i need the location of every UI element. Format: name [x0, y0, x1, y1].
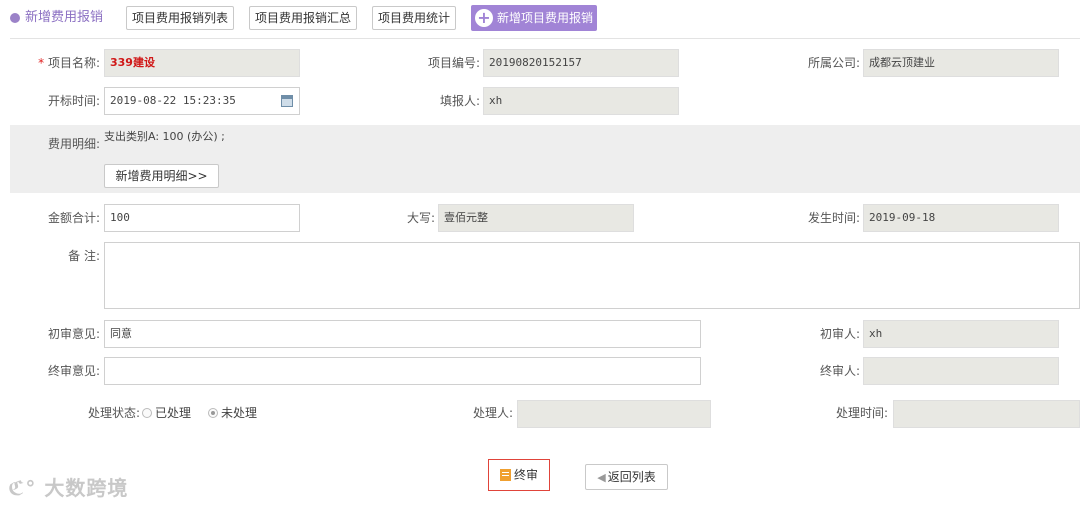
status-label: 处理状态: [87, 406, 140, 420]
bid-time-label: 开标时间: [47, 94, 100, 108]
back-to-list-label: 返回列表 [607, 470, 656, 484]
company-field: 成都云顶建业 [863, 49, 1059, 77]
project-name-field[interactable]: 339建设 [104, 49, 300, 77]
final-review-label: 终审 [513, 468, 538, 482]
back-arrow-icon: ◀ [597, 471, 606, 484]
handler-field [517, 400, 711, 428]
page-title: 新增费用报销 [25, 10, 104, 25]
watermark-logo: ℭ° 大数跨境 [8, 472, 128, 501]
remark-textarea[interactable] [104, 242, 1080, 309]
tab-expense-list[interactable]: 项目费用报销列表 [126, 6, 234, 30]
add-expense-detail-button[interactable]: 新增费用明细>> [104, 164, 219, 188]
final-review-button[interactable]: 终审 [488, 459, 550, 491]
bid-time-field[interactable]: 2019-08-22 15:23:35 [104, 87, 300, 115]
remark-label: 备 注: [68, 249, 100, 263]
project-name-label: * 项目名称: [0, 49, 100, 77]
final-reviewer-label: 终审人: [819, 364, 860, 378]
handler-label: 处理人: [472, 406, 513, 420]
occur-time-field: 2019-09-18 [863, 204, 1059, 232]
required-mark: * [38, 56, 45, 70]
watermark-text: 大数跨境 [44, 476, 129, 500]
title-bullet-icon [10, 13, 20, 23]
tab-expense-stats[interactable]: 项目费用统计 [372, 6, 456, 30]
radio-processed[interactable] [142, 408, 152, 418]
calendar-icon[interactable] [281, 95, 293, 107]
add-project-expense-label: 新增项目费用报销 [497, 11, 594, 25]
uppercase-label: 大写: [406, 211, 435, 225]
occur-time-label: 发生时间: [807, 211, 860, 225]
reporter-field: xh [483, 87, 679, 115]
first-reviewer-label: 初审人: [819, 327, 860, 341]
watermark-icon: ℭ° [8, 476, 37, 500]
reporter-label: 填报人: [439, 94, 480, 108]
header-divider [10, 38, 1080, 39]
status-option-unprocessed[interactable]: 未处理 [208, 399, 257, 427]
expense-detail-line: 支出类别A: 100 (办公) ; [104, 130, 225, 143]
first-opinion-field[interactable]: 同意 [104, 320, 701, 348]
project-no-field: 20190820152157 [483, 49, 679, 77]
final-opinion-field[interactable] [104, 357, 701, 385]
bid-time-value: 2019-08-22 15:23:35 [110, 94, 236, 107]
status-option-unprocessed-label: 未处理 [221, 406, 258, 420]
project-no-label: 项目编号: [427, 56, 480, 70]
first-opinion-label: 初审意见: [47, 327, 100, 341]
tab-expense-summary[interactable]: 项目费用报销汇总 [249, 6, 357, 30]
back-to-list-button[interactable]: ◀ 返回列表 [585, 464, 668, 490]
radio-unprocessed[interactable] [208, 408, 218, 418]
expense-detail-label: 费用明细: [47, 137, 100, 151]
total-label: 金额合计: [47, 211, 100, 225]
final-reviewer-field [863, 357, 1059, 385]
plus-icon: + [475, 9, 493, 27]
first-reviewer-field: xh [863, 320, 1059, 348]
project-name-label-text: 项目名称: [47, 56, 100, 70]
status-option-processed-label: 已处理 [155, 406, 192, 420]
uppercase-field: 壹佰元整 [438, 204, 634, 232]
company-label: 所属公司: [807, 56, 860, 70]
handle-time-label: 处理时间: [835, 406, 888, 420]
add-project-expense-button[interactable]: + 新增项目费用报销 [471, 5, 597, 31]
total-field[interactable]: 100 [104, 204, 300, 232]
final-opinion-label: 终审意见: [47, 364, 100, 378]
status-option-processed[interactable]: 已处理 [142, 399, 191, 427]
handle-time-field [893, 400, 1080, 428]
document-icon [499, 469, 511, 481]
